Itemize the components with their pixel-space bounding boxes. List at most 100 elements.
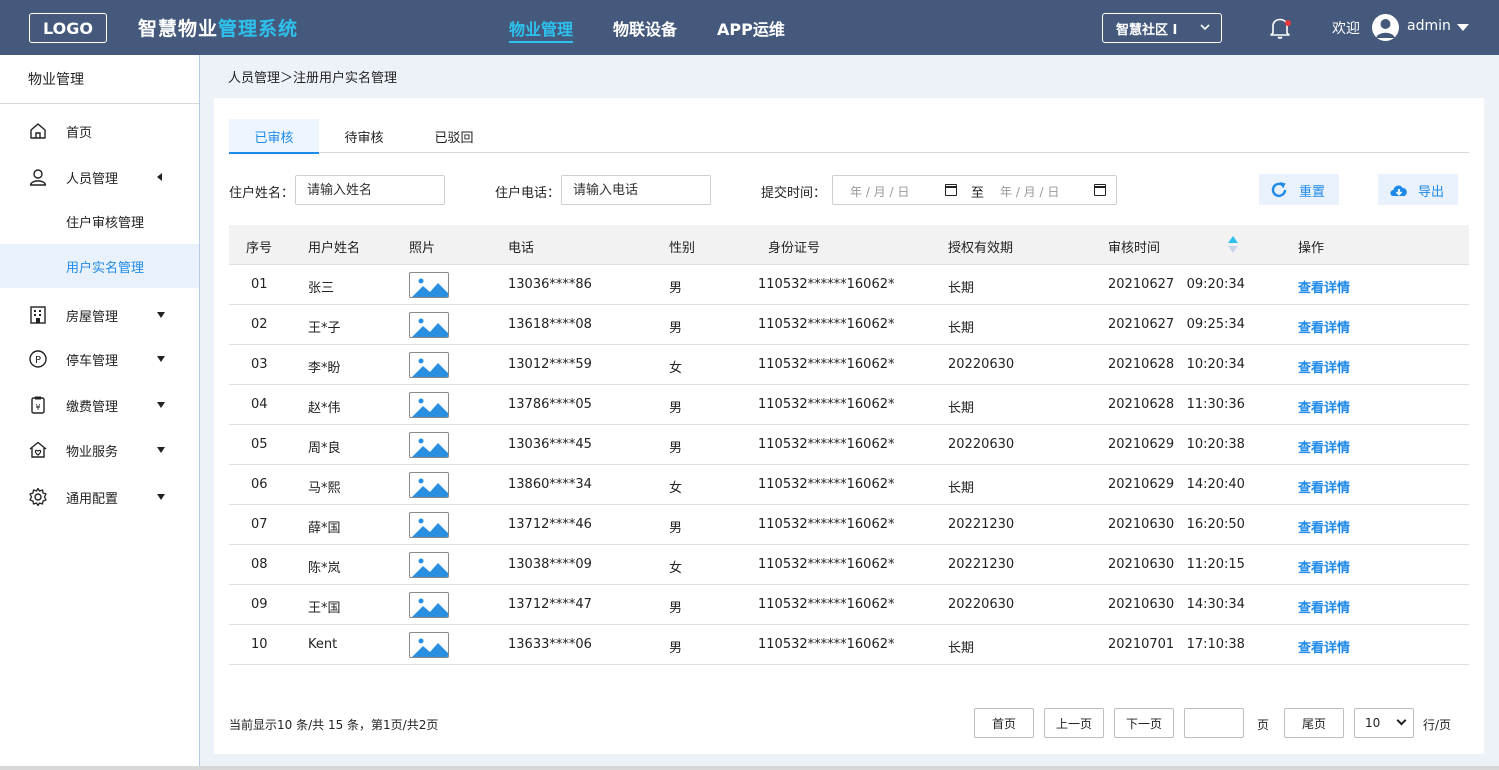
- cell-phone: 13012****59: [508, 357, 592, 372]
- cell-name: 李*盼: [308, 361, 341, 376]
- svg-text:¥: ¥: [35, 403, 40, 412]
- reset-button[interactable]: 重置: [1259, 174, 1339, 205]
- building-icon: [28, 305, 48, 325]
- photo-thumbnail-icon[interactable]: [409, 512, 449, 538]
- sidebar-subitem-realname[interactable]: 用户实名管理: [0, 244, 199, 288]
- nav-property-management[interactable]: 物业管理: [509, 0, 574, 55]
- start-date-input[interactable]: 年 / 月 / 日: [850, 183, 909, 200]
- photo-thumbnail-icon[interactable]: [409, 472, 449, 498]
- sidebar-item-personnel[interactable]: 人员管理: [0, 155, 199, 199]
- cell-phone: 13036****86: [508, 277, 592, 292]
- cell-review-time: 20210630 14:30:34: [1108, 597, 1245, 612]
- cell-no: 03: [251, 357, 268, 372]
- page-size-select[interactable]: 10: [1354, 708, 1414, 738]
- first-page-button[interactable]: 首页: [974, 708, 1034, 738]
- view-details-link[interactable]: 查看详情: [1298, 397, 1350, 416]
- view-details-link[interactable]: 查看详情: [1298, 357, 1350, 376]
- sidebar-item-parking[interactable]: P 停车管理: [0, 337, 199, 381]
- parking-icon: P: [28, 349, 48, 369]
- col-header-id: 身份证号: [768, 241, 821, 256]
- view-details-link[interactable]: 查看详情: [1298, 557, 1350, 576]
- sidebar-section-title: 物业管理: [0, 55, 199, 104]
- sidebar-item-payment[interactable]: ¥ 缴费管理: [0, 383, 199, 427]
- end-date-input[interactable]: 年 / 月 / 日: [1000, 183, 1059, 200]
- view-details-link[interactable]: 查看详情: [1298, 637, 1350, 656]
- col-header-action: 操作: [1298, 241, 1325, 256]
- col-header-phone: 电话: [508, 241, 535, 256]
- tab-approved[interactable]: 已审核: [229, 119, 319, 154]
- view-details-link[interactable]: 查看详情: [1298, 597, 1350, 616]
- cell-id: 110532******16062*: [758, 437, 895, 452]
- calendar-icon[interactable]: [945, 184, 957, 196]
- date-range: 年 / 月 / 日 至 年 / 月 / 日: [832, 175, 1117, 205]
- sidebar-item-settings[interactable]: 通用配置: [0, 475, 199, 519]
- tab-pending[interactable]: 待审核: [319, 119, 409, 153]
- bell-icon[interactable]: [1268, 15, 1292, 41]
- cell-gender: 女: [669, 481, 683, 496]
- next-page-button[interactable]: 下一页: [1114, 708, 1174, 738]
- sidebar-item-service[interactable]: 物业服务: [0, 428, 199, 472]
- cell-review-time: 20210630 11:20:15: [1108, 557, 1245, 572]
- photo-thumbnail-icon[interactable]: [409, 392, 449, 418]
- caret-down-icon[interactable]: [1457, 24, 1469, 31]
- cell-valid: 20220630: [948, 597, 1015, 612]
- page-number-input[interactable]: [1184, 708, 1244, 738]
- sidebar-item-label: 用户实名管理: [66, 260, 145, 276]
- view-details-link[interactable]: 查看详情: [1298, 477, 1350, 496]
- photo-thumbnail-icon[interactable]: [409, 432, 449, 458]
- sidebar-item-home[interactable]: 首页: [0, 109, 199, 153]
- photo-thumbnail-icon[interactable]: [409, 632, 449, 658]
- sidebar-item-label: 住户审核管理: [66, 215, 145, 231]
- nav-app-ops[interactable]: APP运维: [717, 0, 785, 55]
- prev-page-button[interactable]: 上一页: [1044, 708, 1104, 738]
- sidebar-subitem-resident-review[interactable]: 住户审核管理: [0, 199, 199, 243]
- cell-review-time: 20210629 10:20:38: [1108, 437, 1245, 452]
- avatar[interactable]: [1372, 14, 1399, 41]
- logo: LOGO: [29, 13, 107, 43]
- table-row: 09 王*国 13712****47 男 110532******16062* 20220…: [229, 585, 1469, 625]
- photo-thumbnail-icon[interactable]: [409, 352, 449, 378]
- nav-iot-devices[interactable]: 物联设备: [613, 0, 677, 55]
- payment-icon: ¥: [28, 395, 48, 415]
- phone-input[interactable]: [561, 175, 711, 205]
- view-details-link[interactable]: 查看详情: [1298, 317, 1350, 336]
- username[interactable]: admin: [1407, 18, 1451, 34]
- app-title-part2: 管理系统: [218, 18, 299, 40]
- sort-icon[interactable]: [1228, 236, 1238, 254]
- cell-name: 陈*岚: [308, 561, 341, 576]
- cell-no: 02: [251, 317, 268, 332]
- photo-thumbnail-icon[interactable]: [409, 272, 449, 298]
- view-details-link[interactable]: 查看详情: [1298, 277, 1350, 296]
- table-row: 02 王*子 13618****08 男 110532******16062* 长期 202…: [229, 305, 1469, 345]
- cell-name: 王*国: [308, 601, 341, 616]
- gear-icon: [28, 487, 48, 507]
- cell-id: 110532******16062*: [758, 597, 895, 612]
- cell-name: 周*良: [308, 441, 341, 456]
- photo-thumbnail-icon[interactable]: [409, 592, 449, 618]
- community-select[interactable]: 智慧社区 I: [1102, 13, 1222, 43]
- photo-thumbnail-icon[interactable]: [409, 552, 449, 578]
- caret-down-icon: [157, 402, 165, 408]
- cloud-download-icon: [1390, 185, 1407, 196]
- cell-name: 王*子: [308, 321, 341, 336]
- sidebar-item-label: 人员管理: [66, 171, 119, 187]
- cell-name: 马*熙: [308, 481, 341, 496]
- cell-no: 08: [251, 557, 268, 572]
- name-input[interactable]: [295, 175, 445, 205]
- sidebar-item-label: 首页: [66, 125, 93, 141]
- cell-phone: 13036****45: [508, 437, 592, 452]
- sidebar-item-housing[interactable]: 房屋管理: [0, 293, 199, 337]
- photo-thumbnail-icon[interactable]: [409, 312, 449, 338]
- last-page-button[interactable]: 尾页: [1284, 708, 1344, 738]
- export-button[interactable]: 导出: [1378, 174, 1458, 205]
- cell-valid: 长期: [948, 641, 975, 656]
- view-details-link[interactable]: 查看详情: [1298, 437, 1350, 456]
- cell-phone: 13618****08: [508, 317, 592, 332]
- cell-phone: 13786****05: [508, 397, 592, 412]
- calendar-icon[interactable]: [1094, 184, 1106, 196]
- view-details-link[interactable]: 查看详情: [1298, 517, 1350, 536]
- tab-rejected[interactable]: 已驳回: [409, 119, 499, 153]
- table-body: 01 张三 13036****86 男 110532******16062* 长期 2021…: [229, 265, 1469, 665]
- col-header-no: 序号: [246, 241, 273, 256]
- cell-gender: 男: [669, 601, 683, 616]
